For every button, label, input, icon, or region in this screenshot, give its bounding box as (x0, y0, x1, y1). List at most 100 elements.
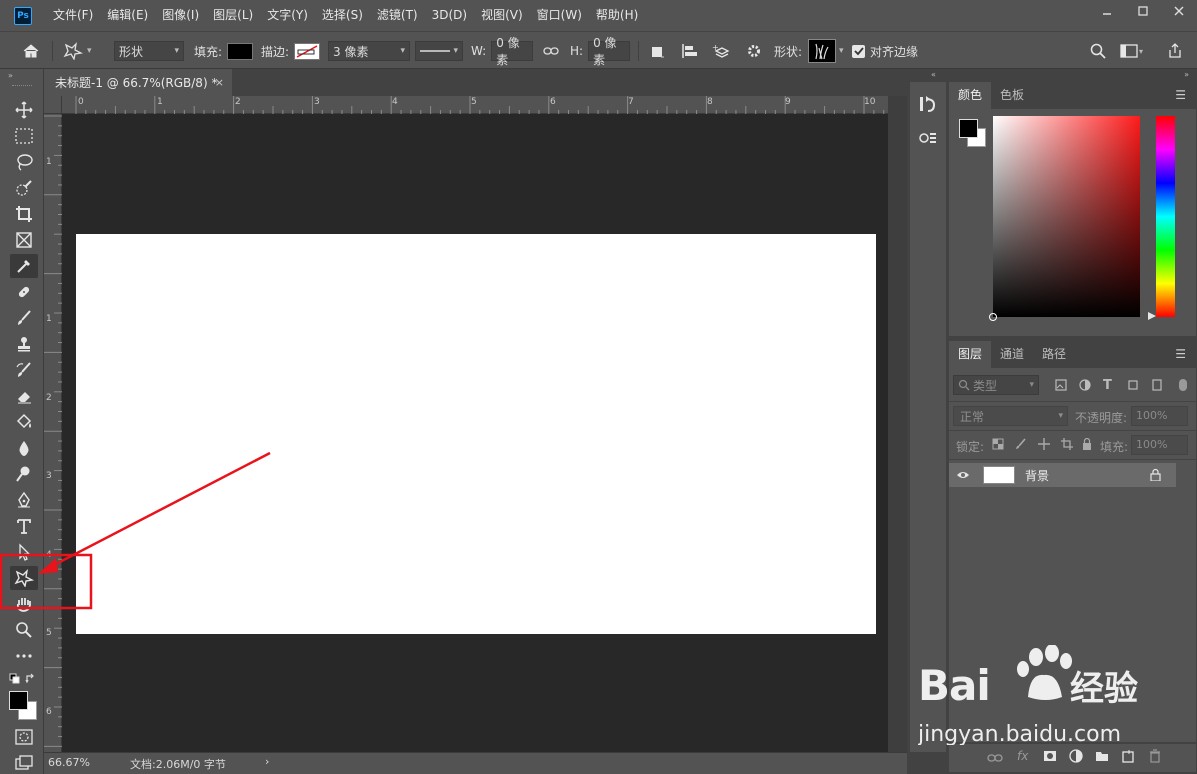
baidu-watermark: Bai 经验 jingyan.baidu.com (917, 644, 1188, 747)
opacity-field[interactable]: 100% (1131, 406, 1188, 426)
history-panel-icon[interactable] (918, 94, 938, 117)
workspace-icon[interactable]: ▾ (1120, 32, 1146, 70)
filter-smart-object-icon[interactable] (1151, 379, 1163, 394)
path-operations-icon[interactable] (649, 32, 665, 70)
svg-text:经验: 经验 (1070, 669, 1138, 709)
lock-image-icon[interactable] (1015, 438, 1027, 453)
adjustment-layer-icon[interactable] (1069, 749, 1083, 766)
tab-color[interactable]: 颜色 (949, 82, 992, 109)
maximize-icon[interactable] (1125, 0, 1161, 22)
annotation-overlay (0, 451, 271, 610)
more-tools-icon[interactable] (10, 644, 38, 668)
width-field[interactable]: 0 像素 (491, 36, 534, 67)
filter-type-icon[interactable]: T (1103, 378, 1112, 393)
chevron-down-icon: ▾ (1029, 380, 1034, 390)
filter-pixel-icon[interactable] (1055, 379, 1067, 394)
layer-filter-select[interactable]: 类型 ▾ (953, 375, 1039, 395)
panel-menu-icon[interactable]: ☰ (1175, 347, 1186, 361)
screen-mode-icon[interactable] (10, 751, 38, 774)
lock-icon[interactable] (1150, 468, 1161, 484)
zoom-level[interactable]: 66.67% (48, 756, 90, 769)
lock-position-icon[interactable] (1038, 438, 1050, 453)
hue-slider[interactable] (1156, 116, 1175, 317)
link-icon[interactable] (543, 32, 559, 70)
properties-panel-icon[interactable] (918, 130, 938, 151)
chevron-down-icon: ▾ (400, 46, 405, 56)
collapse-icon[interactable]: » (1184, 70, 1189, 79)
tab-layers[interactable]: 图层 (949, 341, 992, 368)
layers-footer: fx (949, 744, 1196, 772)
ruler-label: 7 (628, 97, 634, 107)
divider (949, 459, 1196, 460)
share-icon[interactable] (1168, 32, 1182, 70)
grass-shape-icon (815, 43, 829, 60)
blend-mode-select[interactable]: 正常 ▾ (953, 406, 1068, 426)
shape-picker[interactable] (808, 39, 837, 63)
layers-panel-tabs: 图层 通道 路径 ☰ (949, 341, 1196, 368)
menu-window[interactable]: 窗口(W) (530, 0, 589, 31)
path-arrangement-icon[interactable]: + (712, 32, 732, 70)
foreground-color-swatch[interactable] (959, 119, 978, 138)
align-edges-checkbox[interactable] (852, 44, 865, 58)
quick-mask-icon[interactable] (10, 725, 38, 749)
filter-toggle[interactable] (1179, 379, 1187, 391)
color-field[interactable] (989, 116, 1140, 321)
eye-icon[interactable] (956, 469, 970, 484)
group-folder-icon[interactable] (1095, 750, 1109, 765)
menu-filter[interactable]: 滤镜(T) (370, 0, 425, 31)
path-alignment-icon[interactable] (681, 32, 699, 70)
layer-row[interactable]: 背景 (949, 463, 1176, 487)
fx-icon[interactable]: fx (1017, 749, 1028, 763)
tab-paths[interactable]: 路径 (1033, 341, 1075, 368)
minimize-icon[interactable] (1089, 0, 1125, 22)
window-controls (1089, 0, 1197, 22)
lock-artboard-icon[interactable] (1061, 438, 1073, 453)
chevron-down-icon: ▾ (453, 46, 458, 56)
gear-icon[interactable] (746, 32, 762, 70)
blend-mode-value: 正常 (960, 409, 985, 424)
tab-swatches[interactable]: 色板 (991, 82, 1033, 109)
menu-view[interactable]: 视图(V) (474, 0, 530, 31)
status-menu-arrow[interactable]: › (265, 755, 269, 768)
lock-transparent-icon[interactable] (992, 438, 1004, 453)
zoom-tool-icon[interactable] (10, 618, 38, 642)
height-value: 0 像素 (593, 36, 617, 67)
foreground-color-swatch[interactable] (9, 691, 28, 710)
link-layers-icon[interactable] (987, 752, 1003, 766)
height-field[interactable]: 0 像素 (588, 36, 631, 67)
lock-all-icon[interactable] (1082, 437, 1092, 453)
stroke-line-icon (420, 50, 450, 52)
filter-adjustment-icon[interactable] (1079, 379, 1091, 394)
default-colors-icon[interactable] (9, 673, 21, 688)
color-picker-cursor[interactable] (989, 313, 997, 321)
annotation-arrow (51, 451, 271, 568)
fill-field[interactable]: 100% (1131, 435, 1188, 455)
close-icon[interactable] (1161, 0, 1197, 22)
search-icon[interactable] (1090, 32, 1106, 70)
ruler-label: 6 (46, 707, 52, 717)
panel-menu-icon[interactable]: ☰ (1175, 88, 1186, 102)
add-mask-icon[interactable] (1043, 750, 1057, 765)
new-layer-icon[interactable] (1121, 749, 1135, 766)
fill-value: 100% (1136, 438, 1168, 451)
tab-channels[interactable]: 通道 (991, 341, 1033, 368)
stroke-width-field[interactable]: 3 像素 ▾ (328, 41, 410, 61)
hue-slider-thumb[interactable] (1147, 311, 1157, 321)
ruler-label: 3 (314, 97, 320, 107)
layer-name[interactable]: 背景 (1025, 467, 1049, 484)
stroke-type-select[interactable]: ▾ (415, 41, 463, 61)
menu-select[interactable]: 选择(S) (315, 0, 370, 31)
vertical-scrollbar[interactable] (888, 96, 907, 752)
highlight-box (0, 553, 93, 610)
layer-filter-value: 类型 (973, 378, 998, 393)
ruler-label: 5 (471, 97, 477, 107)
swap-colors-icon[interactable] (25, 673, 37, 688)
trash-icon[interactable] (1149, 749, 1161, 766)
chevron-down-icon: ▾ (839, 46, 844, 56)
document-info: 文档:2.06M/0 字节 (130, 758, 226, 771)
menu-help[interactable]: 帮助(H) (589, 0, 645, 31)
filter-shape-icon[interactable] (1127, 379, 1139, 394)
collapse-icon[interactable]: « (931, 70, 936, 79)
menu-3d[interactable]: 3D(D) (425, 0, 474, 31)
ruler-label: 9 (785, 97, 791, 107)
